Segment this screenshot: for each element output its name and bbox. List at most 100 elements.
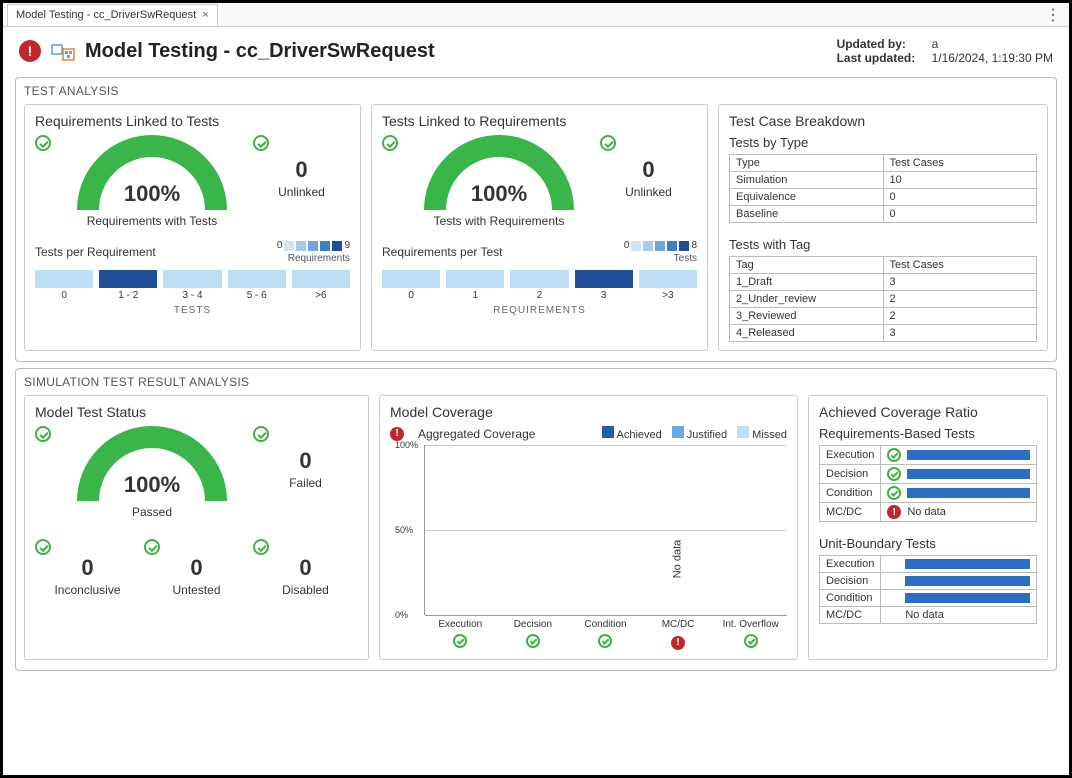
check-icon — [526, 634, 540, 648]
card-title: Model Test Status — [35, 404, 358, 420]
failed-value: 0 — [299, 448, 311, 474]
table-row: Equivalence0 — [730, 189, 1037, 206]
bin-label: 1 - 2 — [99, 290, 157, 301]
check-icon — [744, 634, 758, 648]
check-icon — [598, 634, 612, 648]
bin-label: 5 - 6 — [228, 290, 286, 301]
ytick: 100% — [395, 440, 418, 450]
check-icon — [144, 539, 160, 555]
col-header: Test Cases — [883, 155, 1037, 172]
ratio-bar — [907, 488, 1030, 498]
bar-label: Condition — [575, 619, 635, 630]
untested-label: Untested — [172, 583, 220, 597]
table-row: MC/DC!No data — [820, 503, 1037, 522]
ratio-bar — [907, 450, 1030, 460]
col-header: Type — [730, 155, 884, 172]
nodata-label: No data — [905, 609, 944, 621]
gauge-value: 100% — [77, 472, 227, 498]
card-model-coverage: Model Coverage ! Aggregated Coverage Ach… — [379, 395, 798, 660]
gauge-value: 100% — [424, 181, 574, 207]
bar-label: Execution — [430, 619, 490, 630]
col-header: Test Cases — [883, 257, 1037, 274]
gauge-label: Tests with Requirements — [434, 214, 565, 228]
heat-legend: 0 9 — [277, 240, 350, 251]
table-unit-boundary-ratio: Execution Decision Condition MC/DCNo dat… — [819, 555, 1037, 624]
inconclusive-value: 0 — [81, 555, 93, 581]
gauge-label: Requirements with Tests — [87, 214, 218, 228]
tab-label: Model Testing - cc_DriverSwRequest — [16, 9, 196, 21]
histogram-req-per-test — [382, 270, 697, 288]
table-tests-by-type: Type Test Cases Simulation10 Equivalence… — [729, 154, 1037, 223]
table-row: Condition — [820, 484, 1037, 503]
card-tests-linked: Tests Linked to Requirements 100% Tests … — [371, 104, 708, 351]
page-title: Model Testing - cc_DriverSwRequest — [85, 40, 435, 63]
inconclusive-label: Inconclusive — [54, 583, 120, 597]
subtable-title: Requirements-Based Tests — [819, 426, 1037, 441]
tab-model-testing[interactable]: Model Testing - cc_DriverSwRequest × — [7, 4, 218, 26]
check-icon — [253, 426, 269, 442]
check-icon — [253, 539, 269, 555]
table-row: Tag Test Cases — [730, 257, 1037, 274]
updated-by-value: a — [932, 37, 939, 51]
check-icon — [253, 135, 269, 151]
table-row: Execution — [820, 446, 1037, 465]
gauge-passed: 100% — [77, 426, 227, 501]
card-test-case-breakdown: Test Case Breakdown Tests by Type Type T… — [718, 104, 1048, 351]
table-req-based-ratio: Execution Decision Condition MC/DC!No da… — [819, 445, 1037, 522]
bar-label: Decision — [503, 619, 563, 630]
card-title: Achieved Coverage Ratio — [819, 404, 1037, 420]
section-title: SIMULATION TEST RESULT ANALYSIS — [24, 375, 1048, 389]
hist-axis: TESTS — [35, 305, 350, 316]
ytick: 0% — [395, 610, 408, 620]
untested-value: 0 — [190, 555, 202, 581]
table-row: Decision — [820, 465, 1037, 484]
section-test-analysis: TEST ANALYSIS Requirements Linked to Tes… — [15, 77, 1057, 362]
table-tests-with-tag: Tag Test Cases 1_Draft3 2_Under_review2 … — [729, 256, 1037, 342]
table-row: Simulation10 — [730, 172, 1037, 189]
bin-label: 0 — [382, 290, 440, 301]
disabled-value: 0 — [299, 555, 311, 581]
card-title: Model Coverage — [390, 404, 787, 420]
bar-label: Int. Overflow — [721, 619, 781, 630]
check-icon — [35, 539, 51, 555]
card-title: Requirements Linked to Tests — [35, 113, 350, 129]
subtable-title: Tests with Tag — [729, 237, 1037, 252]
card-achieved-coverage-ratio: Achieved Coverage Ratio Requirements-Bas… — [808, 395, 1048, 660]
card-req-linked: Requirements Linked to Tests 100% Requir… — [24, 104, 361, 351]
hist-title: Tests per Requirement — [35, 245, 156, 259]
histogram-tests-per-req — [35, 270, 350, 288]
tab-bar: Model Testing - cc_DriverSwRequest × ⋮ — [3, 3, 1069, 27]
gauge-tests-with-req: 100% — [424, 135, 574, 210]
check-icon — [382, 135, 398, 151]
hist-title: Requirements per Test — [382, 245, 503, 259]
alert-icon: ! — [19, 40, 41, 62]
coverage-legend: Achieved Justified Missed — [602, 426, 787, 441]
table-row: 4_Released3 — [730, 325, 1037, 342]
table-row: 3_Reviewed2 — [730, 308, 1037, 325]
failed-label: Failed — [289, 476, 322, 490]
card-model-test-status: Model Test Status 100% Passed 0 Failed — [24, 395, 369, 660]
table-row: Baseline0 — [730, 206, 1037, 223]
bar-chart-coverage: 100% 50% 0% No data — [424, 445, 787, 615]
disabled-label: Disabled — [282, 583, 329, 597]
check-icon — [887, 486, 901, 500]
close-icon[interactable]: × — [202, 9, 208, 21]
bin-label: 1 — [446, 290, 504, 301]
check-icon — [453, 634, 467, 648]
kebab-menu-icon[interactable]: ⋮ — [1045, 5, 1061, 25]
unlinked-label: Unlinked — [625, 185, 672, 199]
legend-min: 0 — [277, 240, 283, 251]
unlinked-label: Unlinked — [278, 185, 325, 199]
table-row: 1_Draft3 — [730, 274, 1037, 291]
check-icon — [600, 135, 616, 151]
table-row: 2_Under_review2 — [730, 291, 1037, 308]
model-icon — [51, 39, 75, 63]
col-header: Tag — [730, 257, 884, 274]
updated-by-label: Updated by: — [837, 37, 932, 51]
table-row: Decision — [820, 573, 1037, 590]
legend-min: 0 — [624, 240, 630, 251]
table-row: MC/DCNo data — [820, 607, 1037, 624]
last-updated-value: 1/16/2024, 1:19:30 PM — [932, 51, 1053, 65]
header-meta: Updated by: a Last updated: 1/16/2024, 1… — [837, 37, 1053, 65]
bin-label: 0 — [35, 290, 93, 301]
